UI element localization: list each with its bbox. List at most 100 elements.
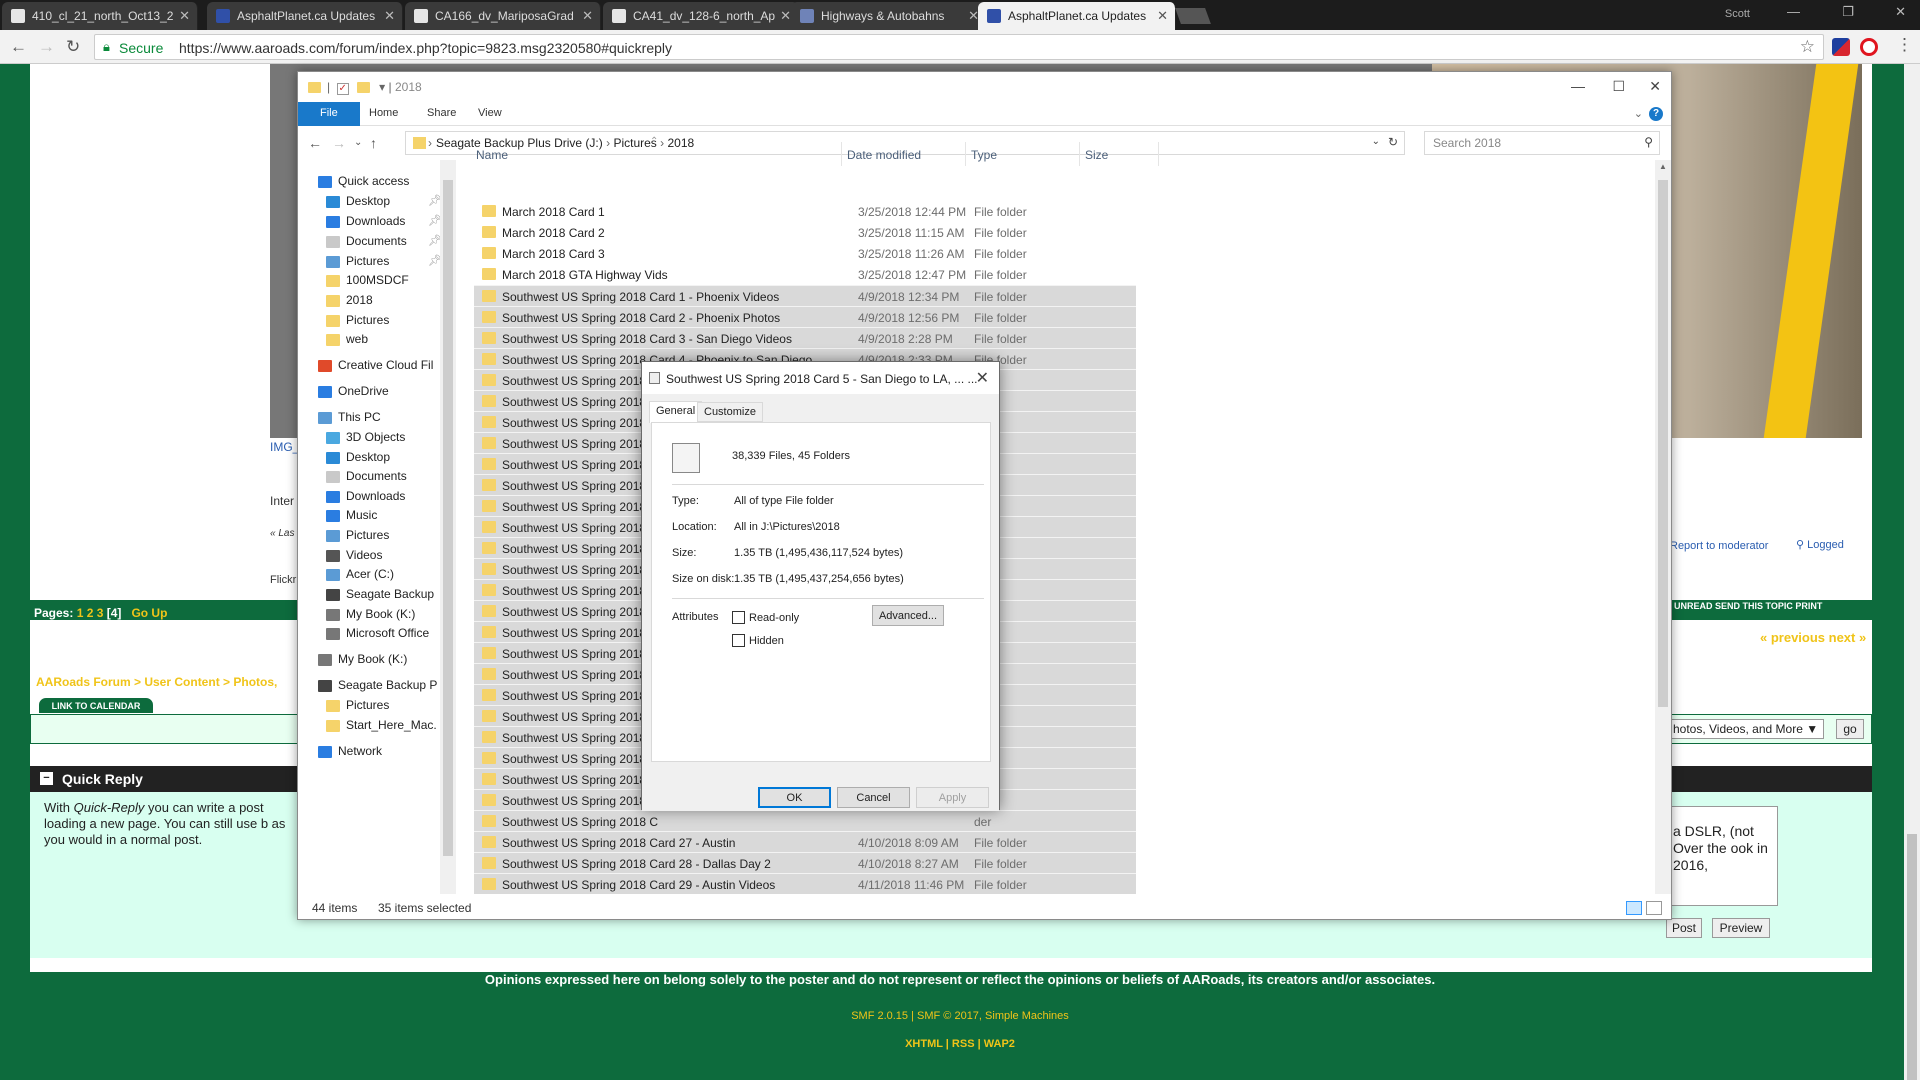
menu-kebab-icon[interactable]: ⋮	[1896, 35, 1913, 55]
apply-button[interactable]: Apply	[916, 787, 989, 808]
nav-item[interactable]: Documents	[326, 469, 407, 483]
logged-link[interactable]: ⚲ Logged	[1796, 538, 1844, 551]
file-row[interactable]: Southwest US Spring 2018 Card 3 - San Di…	[474, 327, 1136, 348]
nav-item[interactable]: 2018	[326, 293, 373, 307]
nav-item[interactable]: web	[326, 332, 368, 346]
nav-item[interactable]: Pictures	[326, 313, 389, 327]
nav-item[interactable]: Creative Cloud Fil	[318, 358, 433, 372]
pin-icon[interactable]: 📌︎	[428, 254, 440, 267]
nav-item[interactable]: 100MSDCF	[326, 273, 409, 287]
hidden-label[interactable]: Hidden	[749, 635, 784, 647]
column-divider[interactable]	[1079, 142, 1080, 166]
nav-item[interactable]: Network	[318, 744, 382, 758]
breadcrumb[interactable]: AARoads Forum > User Content > Photos,	[36, 675, 277, 689]
browser-tab[interactable]: CA41_dv_128-6_north_Ap ✕	[603, 2, 799, 30]
nav-scrollbar-thumb[interactable]	[443, 180, 453, 856]
profile-name[interactable]: Scott	[1725, 8, 1750, 20]
page-links[interactable]: 1 2 3	[77, 606, 104, 620]
up-icon[interactable]: ↑	[370, 135, 377, 151]
help-icon[interactable]: ?	[1649, 107, 1663, 121]
browser-tab[interactable]: 410_cl_21_north_Oct13_2 ✕	[2, 2, 198, 30]
tab-close-icon[interactable]: ✕	[582, 8, 593, 24]
file-row[interactable]: March 2018 Card 1 3/25/2018 12:44 PM File …	[474, 201, 1136, 222]
nav-item[interactable]: Downloads 📌︎	[326, 214, 440, 228]
nav-item[interactable]: My Book (K:)	[318, 652, 407, 666]
explorer-forward-icon[interactable]: →	[332, 135, 346, 151]
list-scrollbar[interactable]: ▲	[1655, 160, 1671, 894]
tab-close-icon[interactable]: ✕	[1157, 8, 1168, 24]
file-row[interactable]: Southwest US Spring 2018 C der	[474, 810, 1136, 831]
crumb-drive[interactable]: Seagate Backup Plus Drive (J:)	[436, 136, 603, 150]
address-dropdown-icon[interactable]: ⌄	[1372, 136, 1380, 147]
prev-next-links[interactable]: « previous next »	[1760, 630, 1866, 645]
tab-customize[interactable]: Customize	[697, 402, 763, 422]
nav-item[interactable]: Pictures	[326, 528, 389, 542]
explorer-maximize-icon[interactable]: ☐	[1612, 78, 1625, 95]
recent-locations-icon[interactable]: ⌄	[354, 137, 362, 148]
reload-icon[interactable]: ↻	[66, 37, 80, 57]
file-row[interactable]: Southwest US Spring 2018 Card 1 - Phoeni…	[474, 285, 1136, 306]
scroll-up-icon[interactable]: ▲	[1659, 162, 1667, 171]
nav-item[interactable]: Pictures	[326, 698, 389, 712]
column-type[interactable]: Type	[971, 148, 997, 162]
report-to-moderator-link[interactable]: Report to moderator	[1670, 540, 1768, 552]
topic-action-links[interactable]: UNREAD SEND THIS TOPIC PRINT	[1674, 601, 1822, 611]
tab-file[interactable]: File	[298, 102, 360, 126]
nav-item[interactable]: Documents 📌︎	[326, 234, 440, 248]
post-button[interactable]: Post	[1666, 918, 1702, 938]
browser-tab[interactable]: AsphaltPlanet.ca Updates ✕	[978, 2, 1176, 30]
collapse-icon[interactable]: −	[40, 772, 53, 785]
search-input[interactable]: Search 2018 ⚲	[1424, 131, 1660, 155]
nav-item[interactable]: Start_Here_Mac.	[326, 718, 437, 732]
readonly-checkbox[interactable]	[732, 611, 745, 624]
crumb-2018[interactable]: 2018	[667, 136, 694, 150]
column-divider[interactable]	[965, 142, 966, 166]
nav-item[interactable]: Music	[326, 508, 377, 522]
file-row[interactable]: March 2018 GTA Highway Vids 3/25/2018 12:…	[474, 264, 1136, 285]
column-divider[interactable]	[841, 142, 842, 166]
file-row[interactable]: Southwest US Spring 2018 Card 28 - Dalla…	[474, 852, 1136, 873]
nav-item[interactable]: Desktop 📌︎	[326, 194, 440, 208]
pin-icon[interactable]: 📌︎	[428, 214, 440, 227]
properties-check-icon[interactable]: ✓	[337, 83, 350, 95]
column-name[interactable]: Name	[476, 148, 508, 162]
tab-close-icon[interactable]: ✕	[780, 8, 791, 24]
go-button[interactable]: go	[1836, 719, 1864, 739]
go-up-link[interactable]: Go Up	[131, 606, 167, 620]
refresh-icon[interactable]: ↻	[1388, 135, 1398, 149]
maximize-icon[interactable]: ❐	[1842, 4, 1854, 20]
file-row[interactable]: March 2018 Card 3 3/25/2018 11:26 AM File …	[474, 243, 1136, 264]
link-to-calendar-button[interactable]: LINK TO CALENDAR	[38, 697, 154, 714]
file-row[interactable]: March 2018 Card 2 3/25/2018 11:15 AM File …	[474, 222, 1136, 243]
tab-close-icon[interactable]: ✕	[384, 8, 395, 24]
opera-extension-icon[interactable]	[1860, 38, 1878, 56]
file-row[interactable]: Southwest US Spring 2018 Card 2 - Phoeni…	[474, 306, 1136, 327]
nav-item[interactable]: Microsoft Office	[326, 626, 429, 640]
new-folder-icon[interactable]	[356, 82, 370, 94]
url-text[interactable]: https://www.aaroads.com/forum/index.php?…	[179, 40, 672, 56]
minimize-icon[interactable]: —	[1787, 4, 1800, 19]
tab-view[interactable]: View	[464, 102, 516, 126]
browser-tab[interactable]: CA166_dv_MariposaGrad ✕	[405, 2, 601, 30]
nav-scrollbar[interactable]	[440, 160, 456, 894]
explorer-close-icon[interactable]: ✕	[1649, 78, 1661, 95]
image-caption[interactable]: IMG_	[270, 440, 299, 454]
ribbon-expand-icon[interactable]: ⌄	[1634, 107, 1643, 120]
nav-item[interactable]: My Book (K:)	[326, 607, 415, 621]
column-divider[interactable]	[1158, 142, 1159, 166]
tab-home[interactable]: Home	[355, 102, 412, 126]
explorer-back-icon[interactable]: ←	[308, 135, 322, 151]
column-size[interactable]: Size	[1085, 148, 1108, 162]
new-tab-button[interactable]	[1175, 8, 1211, 24]
bookmark-star-icon[interactable]: ☆	[1800, 37, 1815, 57]
file-row[interactable]: Southwest US Spring 2018 Card 27 - Austi…	[474, 831, 1136, 852]
cancel-button[interactable]: Cancel	[837, 787, 910, 808]
file-row[interactable]: Southwest US Spring 2018 Card 29 - Austi…	[474, 873, 1136, 894]
page-scrollbar[interactable]	[1904, 64, 1920, 1080]
browser-tab[interactable]: Highways & Autobahns ✕	[791, 2, 987, 30]
browser-tab[interactable]: AsphaltPlanet.ca Updates ✕	[207, 2, 403, 30]
details-view-icon[interactable]	[1626, 901, 1642, 915]
extension-flag-icon[interactable]	[1832, 38, 1850, 56]
nav-item[interactable]: 3D Objects	[326, 430, 405, 444]
nav-item[interactable]: OneDrive	[318, 384, 389, 398]
